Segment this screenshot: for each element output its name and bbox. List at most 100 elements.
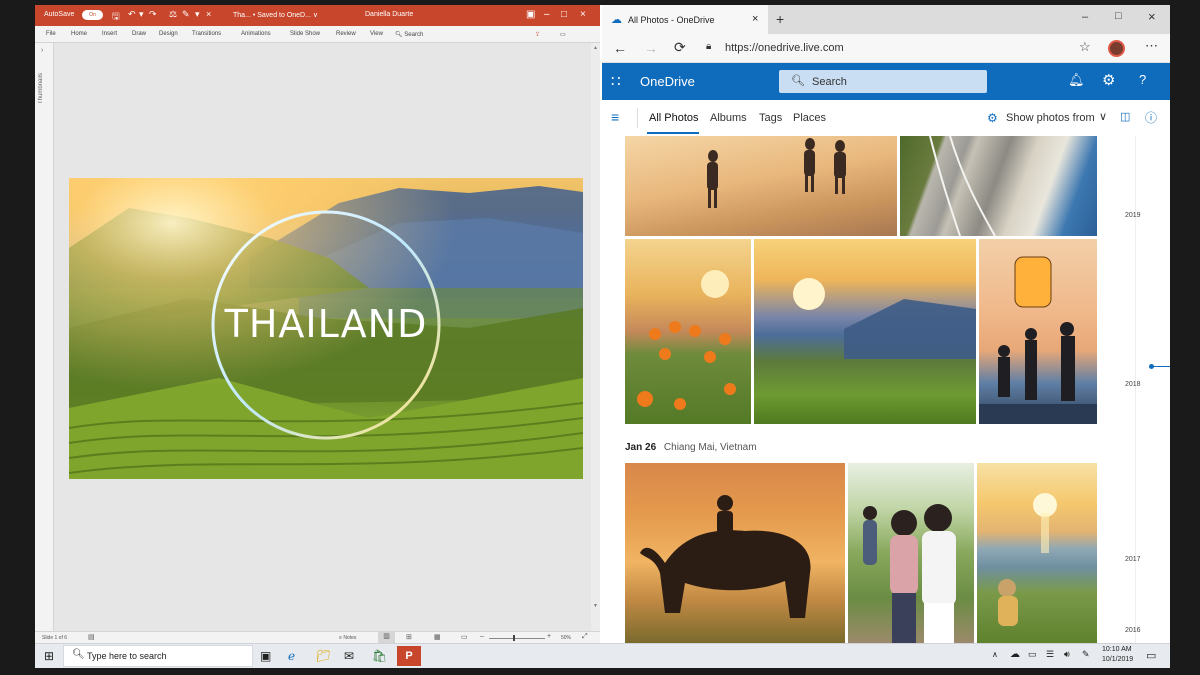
tab-draw[interactable]: Draw bbox=[132, 31, 146, 37]
zoom-level[interactable]: 50% bbox=[561, 635, 571, 641]
timeline-year-2016[interactable]: 2016 bbox=[1125, 627, 1141, 634]
tab-home[interactable]: Home bbox=[71, 31, 87, 37]
share-icon[interactable]: ⇪ bbox=[535, 31, 540, 38]
photo-coastal-road[interactable] bbox=[900, 136, 1097, 236]
action-center-icon[interactable]: ▭ bbox=[1146, 649, 1156, 662]
info-icon[interactable]: ⓘ bbox=[1145, 109, 1157, 126]
more-options-icon[interactable]: ⋯ bbox=[1145, 38, 1158, 54]
tab-albums[interactable]: Albums bbox=[710, 112, 747, 124]
undo-icon[interactable]: ↶ bbox=[128, 9, 136, 20]
tab-file[interactable]: File bbox=[46, 31, 56, 37]
zoom-in-icon[interactable]: + bbox=[547, 633, 551, 640]
onedrive-tray-icon[interactable]: ☁ bbox=[1010, 649, 1020, 660]
photo-elephant-silhouette[interactable] bbox=[625, 463, 845, 643]
normal-view-icon[interactable]: ▥ bbox=[378, 632, 395, 643]
ppt-vertical-scrollbar[interactable]: ▲ ▼ bbox=[591, 43, 600, 631]
onedrive-search-box[interactable]: 🔍︎ Search bbox=[779, 70, 987, 93]
slide-title[interactable]: THAILAND bbox=[69, 302, 583, 346]
minimize-icon[interactable]: – bbox=[544, 9, 550, 20]
tab-slide-show[interactable]: Slide Show bbox=[290, 31, 320, 37]
close-icon[interactable]: × bbox=[1148, 9, 1156, 24]
slide-canvas[interactable]: THAILAND bbox=[69, 178, 583, 479]
clock-time[interactable]: 10:10 AM bbox=[1102, 646, 1132, 653]
tab-all-photos[interactable]: All Photos bbox=[649, 112, 699, 124]
powerpoint-taskbar-icon[interactable]: P bbox=[397, 646, 421, 666]
ribbon-search[interactable]: 🔍︎ Search bbox=[395, 31, 423, 38]
lock-icon[interactable]: 🔒︎ bbox=[706, 41, 711, 52]
photo-sea-sunset[interactable] bbox=[977, 463, 1097, 643]
filter-gear-icon[interactable]: ⚙ bbox=[987, 111, 998, 125]
timeline-year-2017[interactable]: 2017 bbox=[1125, 556, 1141, 563]
format-painter-icon[interactable]: ✎ bbox=[182, 9, 190, 20]
tab-view[interactable]: View bbox=[370, 31, 383, 37]
mail-icon[interactable]: ✉ bbox=[344, 649, 354, 663]
new-tab-icon[interactable]: + bbox=[776, 11, 784, 27]
volume-icon[interactable]: 🔊︎ bbox=[1064, 649, 1070, 660]
tab-places[interactable]: Places bbox=[793, 112, 826, 124]
reading-view-icon[interactable]: ▦ bbox=[434, 633, 441, 641]
tab-design[interactable]: Design bbox=[159, 31, 178, 37]
layout-view-icon[interactable]: ◫ bbox=[1120, 110, 1130, 123]
store-icon[interactable]: 🛍︎ bbox=[372, 649, 387, 663]
edge-browser-icon[interactable]: ℯ bbox=[288, 649, 295, 663]
windows-start-icon[interactable]: ⊞ bbox=[44, 649, 54, 663]
autosave-toggle[interactable]: On bbox=[82, 10, 103, 20]
close-icon[interactable]: × bbox=[580, 9, 586, 20]
taskbar-search-input[interactable]: Type here to search bbox=[87, 651, 167, 661]
clock-date[interactable]: 10/1/2019 bbox=[1102, 656, 1133, 663]
forward-icon[interactable]: → bbox=[644, 40, 658, 56]
minimize-icon[interactable]: – bbox=[1082, 11, 1088, 23]
tab-tags[interactable]: Tags bbox=[759, 112, 782, 124]
present-icon[interactable]: ⚖ bbox=[169, 9, 177, 20]
maximize-icon[interactable]: □ bbox=[561, 9, 567, 20]
slide-sorter-icon[interactable]: ⊞ bbox=[406, 633, 412, 641]
file-explorer-icon[interactable]: 📁︎ bbox=[316, 649, 331, 663]
onedrive-title[interactable]: OneDrive bbox=[640, 74, 695, 89]
close-small-icon[interactable]: × bbox=[206, 9, 211, 19]
photo-family-hike[interactable] bbox=[848, 463, 974, 643]
notes-button[interactable]: ≡ Notes bbox=[339, 635, 356, 641]
browser-tab[interactable]: ☁ All Photos - OneDrive × bbox=[602, 5, 768, 34]
photo-beach-walkers[interactable] bbox=[625, 136, 897, 236]
user-name[interactable]: Daniella Duarte bbox=[365, 11, 413, 18]
photo-mountain-sunset[interactable] bbox=[754, 239, 976, 424]
timeline-year-2019[interactable]: 2019 bbox=[1125, 212, 1141, 219]
photo-sky-lantern[interactable] bbox=[979, 239, 1097, 424]
close-tab-icon[interactable]: × bbox=[752, 13, 758, 25]
save-icon[interactable]: 🖫 bbox=[112, 9, 120, 25]
show-photos-from-dropdown[interactable]: Show photos from bbox=[1006, 112, 1095, 124]
expand-thumbnails-icon[interactable]: › bbox=[41, 47, 43, 54]
timeline-year-2018[interactable]: 2018 bbox=[1125, 381, 1141, 388]
timeline-marker[interactable] bbox=[1152, 366, 1170, 367]
back-icon[interactable]: ← bbox=[613, 40, 627, 56]
help-icon[interactable]: ? bbox=[1139, 72, 1146, 87]
refresh-icon[interactable]: ⟳ bbox=[674, 39, 686, 56]
ribbon-display-icon[interactable]: ▣ bbox=[526, 9, 535, 20]
chevron-down-icon[interactable]: ∨ bbox=[1099, 110, 1107, 123]
fit-slide-icon[interactable]: ⤢ bbox=[582, 633, 588, 641]
tab-insert[interactable]: Insert bbox=[102, 31, 117, 37]
pen-icon[interactable]: ✎ bbox=[1082, 649, 1090, 660]
photo-sunset-flowers[interactable] bbox=[625, 239, 751, 424]
tab-animations[interactable]: Animations bbox=[241, 31, 271, 37]
profile-avatar[interactable] bbox=[1108, 40, 1125, 57]
redo-icon[interactable]: ↷ bbox=[149, 9, 157, 20]
notifications-icon[interactable]: 🔔︎ bbox=[1068, 72, 1085, 88]
scroll-down-icon[interactable]: ▼ bbox=[593, 603, 598, 609]
url-field[interactable]: https://onedrive.live.com bbox=[725, 42, 844, 54]
timeline-marker-dot[interactable] bbox=[1149, 364, 1154, 369]
slideshow-view-icon[interactable]: ▭ bbox=[461, 633, 468, 641]
hamburger-menu-icon[interactable]: ≡ bbox=[611, 109, 619, 125]
zoom-out-icon[interactable]: – bbox=[480, 633, 484, 640]
taskbar-search-box[interactable]: 🔍︎ Type here to search bbox=[63, 645, 253, 667]
network-icon[interactable]: ☰ bbox=[1046, 649, 1054, 660]
maximize-icon[interactable]: □ bbox=[1115, 10, 1122, 22]
comments-icon[interactable]: ▭ bbox=[560, 31, 566, 38]
customize-qat-icon[interactable]: ▾ bbox=[195, 9, 200, 20]
show-hidden-icons-icon[interactable]: ∧ bbox=[992, 650, 998, 659]
favorite-star-icon[interactable]: ☆ bbox=[1079, 39, 1091, 55]
undo-dropdown-icon[interactable]: ▾ bbox=[139, 9, 144, 20]
tab-transitions[interactable]: Transitions bbox=[192, 31, 221, 37]
settings-gear-icon[interactable]: ⚙ bbox=[1102, 71, 1115, 89]
battery-icon[interactable]: ▭ bbox=[1028, 649, 1037, 660]
